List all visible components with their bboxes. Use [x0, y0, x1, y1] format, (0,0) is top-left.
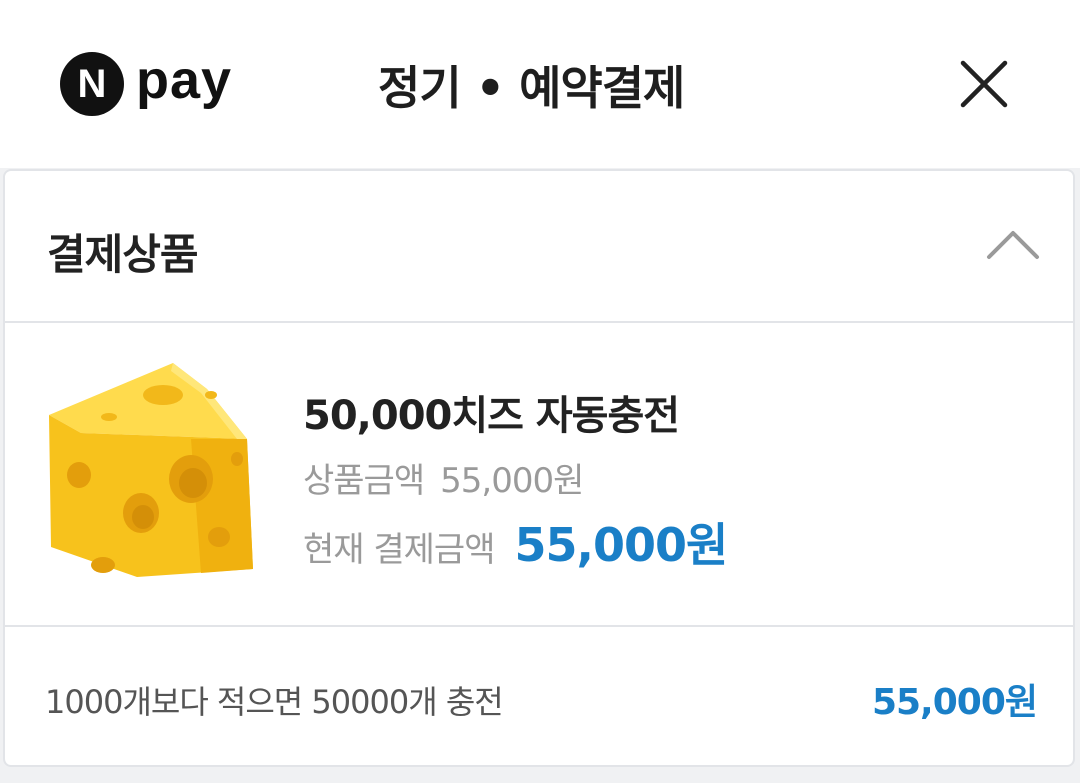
collapse-button[interactable]: [983, 223, 1043, 267]
chevron-up-icon: [987, 231, 1039, 259]
page-title: 정기 • 예약결제: [378, 61, 685, 115]
current-payment-label: 현재 결제금액: [303, 530, 495, 570]
charge-condition-row: 1000개보다 적으면 50000개 충전 55,000원: [5, 627, 1073, 767]
logo-n-badge: N: [60, 52, 124, 116]
payment-page: N pay 정기 • 예약결제 결제상품 50,000치즈 자동충전 상품금액 …: [0, 0, 1080, 783]
cheese-icon: [49, 363, 253, 577]
product-name: 50,000치즈 자동충전: [303, 393, 680, 439]
payment-product-card: 결제상품 50,000치즈 자동충전 상품금액 55,000원 현재 결제금액 …: [3, 169, 1075, 767]
product-price-label: 상품금액: [303, 461, 425, 501]
header: N pay 정기 • 예약결제: [0, 0, 1080, 168]
product-price-row: 상품금액 55,000원: [303, 453, 584, 502]
charge-condition-amount: 55,000원: [871, 682, 1038, 723]
section-title: 결제상품: [47, 230, 199, 279]
close-button[interactable]: [956, 56, 1012, 112]
product-price-value: 55,000원: [440, 461, 584, 501]
current-payment-row: 현재 결제금액 55,000원: [303, 509, 729, 575]
npay-logo: N pay: [60, 50, 233, 116]
logo-pay-text: pay: [136, 50, 233, 110]
close-icon: [960, 60, 1008, 108]
section-header[interactable]: 결제상품: [5, 171, 1073, 323]
product-item: 50,000치즈 자동충전 상품금액 55,000원 현재 결제금액 55,000…: [5, 323, 1073, 627]
charge-condition-text: 1000개보다 적으면 50000개 충전: [45, 683, 504, 721]
current-payment-amount: 55,000원: [514, 518, 729, 572]
